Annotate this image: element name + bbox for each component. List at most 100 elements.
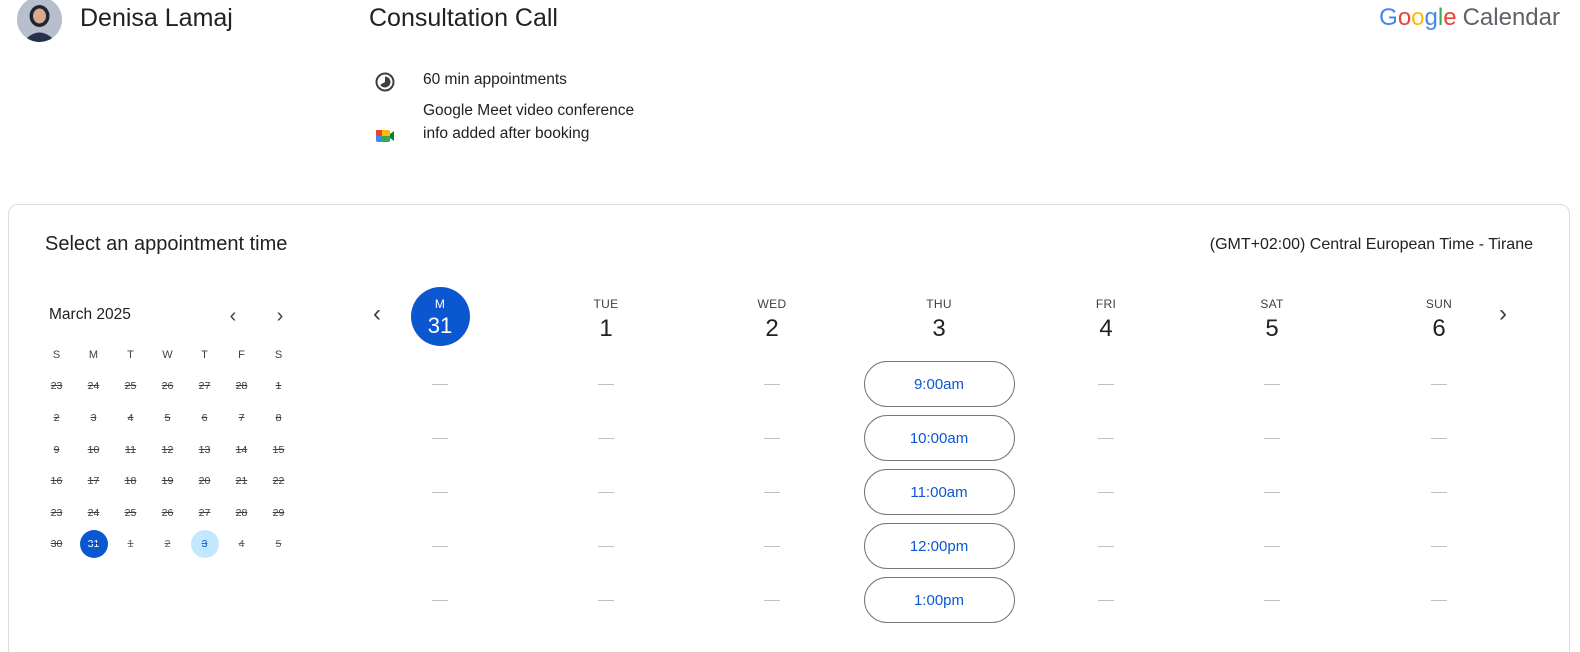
booking-panel: Select an appointment time (GMT+02:00) C… <box>8 204 1570 652</box>
mini-day-number: 15 <box>272 443 285 456</box>
mini-day-number: 16 <box>50 475 63 488</box>
mini-weekday-header: F <box>238 348 245 361</box>
day-column-header: TUE 1 <box>522 287 690 343</box>
mini-day-number: 5 <box>164 411 171 424</box>
google-meet-icon <box>376 130 394 142</box>
mini-day-cell: 28 <box>223 371 260 403</box>
mini-day-number: 10 <box>87 443 100 456</box>
time-slot-button[interactable]: 1:00pm <box>863 577 1015 623</box>
mini-day-cell: 19 <box>149 465 186 497</box>
mini-day-cell: 15 <box>260 434 297 466</box>
day-number: 3 <box>932 315 946 342</box>
mini-day-cell: 27 <box>186 497 223 529</box>
mini-prev-month-button[interactable]: ‹ <box>219 302 247 330</box>
unavailable-slot-dash <box>764 492 780 493</box>
google-letter: g <box>1424 4 1438 31</box>
day-column-header: WED 2 <box>688 287 856 343</box>
unavailable-slot-dash <box>432 546 448 547</box>
today-date-circle: M 31 <box>410 287 470 346</box>
week-prev-button[interactable]: ‹ <box>361 298 393 330</box>
mini-day-cell: 18 <box>112 465 149 497</box>
time-slot-button[interactable]: 9:00am <box>863 361 1015 407</box>
unavailable-slot-dash <box>1431 384 1447 385</box>
mini-day-cell: 5 <box>260 529 297 561</box>
mini-day-cell: 1 <box>112 529 149 561</box>
mini-day-number: 14 <box>235 443 248 456</box>
time-slot-button[interactable]: 10:00am <box>863 415 1015 461</box>
day-of-week-label: M <box>434 297 446 311</box>
mini-day-number: 1 <box>275 380 282 393</box>
mini-day-cell: 26 <box>149 371 186 403</box>
mini-day-number: 4 <box>127 411 134 424</box>
day-column-header: SUN 6 <box>1355 287 1523 343</box>
mini-day-cell: 9 <box>38 434 75 466</box>
mini-day-number: 29 <box>272 506 285 519</box>
event-title: Consultation Call <box>369 4 558 32</box>
mini-day-cell: 17 <box>75 465 112 497</box>
mini-day-number: 6 <box>201 411 208 424</box>
mini-weekday-header: T <box>127 348 134 361</box>
mini-next-month-button[interactable]: › <box>266 302 294 330</box>
time-slot-button[interactable]: 12:00pm <box>863 523 1015 569</box>
mini-day-number: 26 <box>161 506 174 519</box>
mini-day-cell: 25 <box>112 371 149 403</box>
mini-day-cell: 25 <box>112 497 149 529</box>
unavailable-slot-dash <box>1098 492 1114 493</box>
mini-day-cell[interactable]: 31 <box>75 529 112 561</box>
unavailable-slot-dash <box>432 492 448 493</box>
mini-day-cell[interactable]: 3 <box>186 529 223 561</box>
mini-day-cell: 1 <box>260 371 297 403</box>
mini-day-number: 28 <box>235 380 248 393</box>
mini-day-number: 17 <box>87 475 100 488</box>
mini-day-cell: 8 <box>260 402 297 434</box>
mini-day-cell: 2 <box>38 402 75 434</box>
avatar-photo <box>17 0 62 42</box>
mini-day-number: 19 <box>161 475 174 488</box>
mini-day-cell: 23 <box>38 371 75 403</box>
chevron-left-icon: ‹ <box>373 300 381 327</box>
unavailable-slot-dash <box>1431 600 1447 601</box>
mini-day-cell: 28 <box>223 497 260 529</box>
google-letter: o <box>1411 4 1425 31</box>
mini-day-cell: 7 <box>223 402 260 434</box>
day-column-header: FRI 4 <box>1022 287 1190 343</box>
mini-day-cell: 27 <box>186 371 223 403</box>
unavailable-slot-dash <box>1098 384 1114 385</box>
day-of-week-label: SAT <box>1260 297 1284 311</box>
day-number: 2 <box>765 315 779 342</box>
mini-day-cell: 21 <box>223 465 260 497</box>
mini-day-number: 30 <box>50 538 63 551</box>
day-column-header: SAT 5 <box>1188 287 1356 343</box>
timezone-selector[interactable]: (GMT+02:00) Central European Time - Tira… <box>1210 236 1533 254</box>
mini-day-cell: 10 <box>75 434 112 466</box>
mini-day-number: 3 <box>190 530 219 559</box>
mini-day-cell: 11 <box>112 434 149 466</box>
mini-day-cell: 22 <box>260 465 297 497</box>
mini-day-number: 25 <box>124 380 137 393</box>
mini-day-number: 12 <box>161 443 174 456</box>
day-of-week-label: SUN <box>1425 297 1453 311</box>
unavailable-slot-dash <box>1098 546 1114 547</box>
mini-day-cell: 30 <box>38 529 75 561</box>
day-of-week-label: TUE <box>593 297 619 311</box>
mini-day-cell: 4 <box>223 529 260 561</box>
day-of-week-label: THU <box>926 297 952 311</box>
chevron-right-icon: › <box>276 304 284 327</box>
google-letter: e <box>1443 4 1457 31</box>
mini-weekday-header: M <box>88 348 99 361</box>
unavailable-slot-dash <box>1264 492 1280 493</box>
chevron-left-icon: ‹ <box>229 304 237 327</box>
unavailable-slot-dash <box>1431 492 1447 493</box>
day-column-header: THU 3 <box>855 287 1023 343</box>
mini-day-number: 20 <box>198 475 211 488</box>
day-number: 1 <box>599 315 613 342</box>
mini-day-number: 23 <box>50 506 63 519</box>
mini-day-number: 24 <box>87 380 100 393</box>
calendar-wordmark: Calendar <box>1462 4 1560 31</box>
mini-day-cell: 24 <box>75 371 112 403</box>
day-number: 5 <box>1265 315 1279 342</box>
unavailable-slot-dash <box>1264 438 1280 439</box>
time-slot-button[interactable]: 11:00am <box>863 469 1015 515</box>
unavailable-slot-dash <box>598 384 614 385</box>
mini-day-cell: 26 <box>149 497 186 529</box>
